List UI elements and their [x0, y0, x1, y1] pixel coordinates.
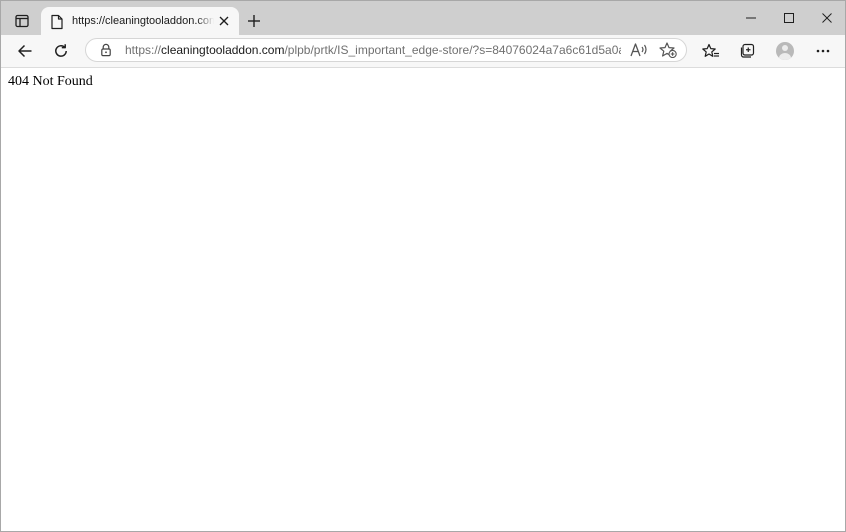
title-bar: https://cleaningtooladdon.com/plpb/prtk/… [1, 1, 845, 35]
url-text[interactable]: https://cleaningtooladdon.com/plpb/prtk/… [125, 43, 621, 57]
settings-and-more-button[interactable] [810, 38, 836, 64]
refresh-icon [55, 44, 67, 57]
tab-actions-icon [15, 14, 29, 28]
close-icon [219, 16, 229, 26]
browser-window: https://cleaningtooladdon.com/plpb/prtk/… [0, 0, 846, 532]
favorites-button[interactable] [698, 38, 724, 64]
window-close-button[interactable] [808, 1, 845, 35]
tab-actions-button[interactable] [9, 8, 35, 34]
minimize-button[interactable] [732, 1, 770, 35]
add-favorite-button[interactable] [659, 42, 677, 58]
tab-close-button[interactable] [216, 13, 232, 29]
profile-button[interactable] [772, 38, 798, 64]
plus-icon [248, 15, 260, 27]
collections-icon [740, 43, 755, 58]
minimize-icon [746, 17, 756, 19]
read-aloud-button[interactable] [630, 42, 648, 58]
page-viewport: 404 Not Found [1, 68, 845, 531]
read-aloud-icon [630, 43, 647, 57]
url-prefix: https:// [125, 43, 162, 57]
tab-title: https://cleaningtooladdon.com/plpb/prtk/… [72, 15, 214, 27]
back-button[interactable] [12, 38, 38, 64]
navigation-toolbar: https://cleaningtooladdon.com/plpb/prtk/… [1, 35, 845, 68]
tab-active[interactable]: https://cleaningtooladdon.com/plpb/prtk/… [41, 7, 239, 35]
favorites-icon [702, 43, 719, 57]
new-tab-button[interactable] [242, 9, 266, 33]
arrow-left-icon [18, 44, 32, 58]
close-icon [822, 13, 832, 23]
maximize-icon [784, 13, 794, 23]
avatar-icon [776, 42, 794, 60]
url-path: /plpb/prtk/IS_important_edge-store/?s=84… [284, 43, 621, 57]
refresh-button[interactable] [48, 38, 74, 64]
more-horizontal-icon [816, 49, 830, 53]
error-message: 404 Not Found [8, 74, 93, 89]
star-plus-icon [659, 42, 677, 58]
url-host: cleaningtooladdon.com [161, 43, 285, 57]
maximize-button[interactable] [770, 1, 808, 35]
collections-button[interactable] [734, 38, 760, 64]
lock-icon[interactable] [99, 43, 113, 57]
document-icon [51, 14, 63, 30]
address-bar[interactable]: https://cleaningtooladdon.com/plpb/prtk/… [85, 38, 687, 62]
